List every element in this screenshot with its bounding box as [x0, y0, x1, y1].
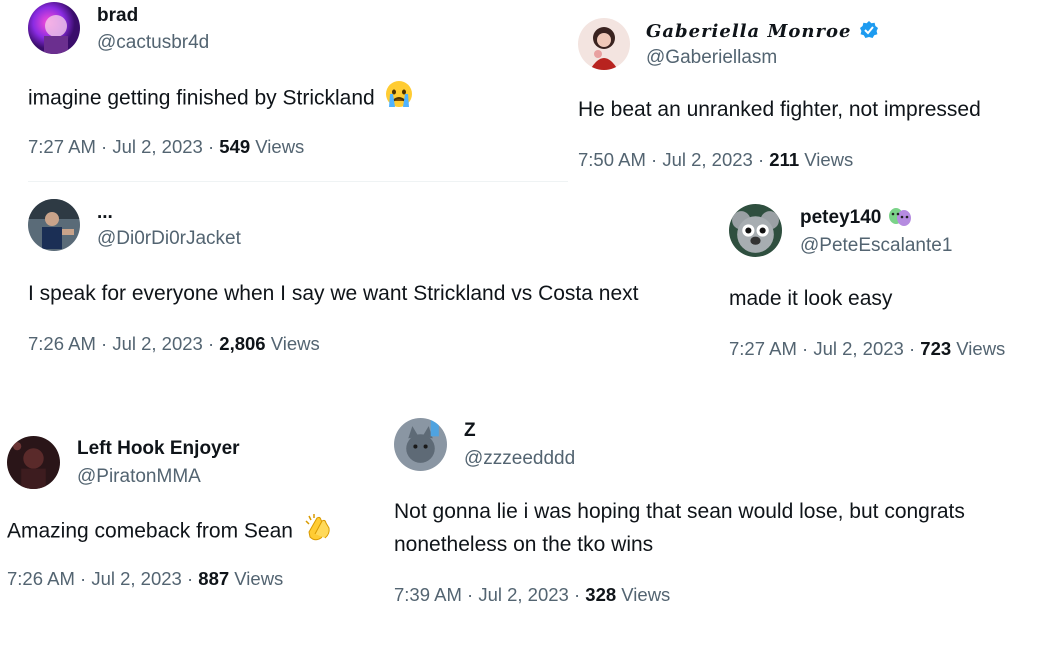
views-count: 723	[920, 338, 952, 359]
display-name-text: petey140	[800, 207, 882, 228]
avatar[interactable]	[7, 436, 60, 489]
display-name[interactable]: petey140	[800, 207, 913, 233]
views-label: Views	[265, 333, 320, 354]
views-label: Views	[616, 584, 671, 605]
tweet-text-content: Amazing comeback from Sean	[7, 519, 293, 543]
verified-badge-icon	[859, 20, 879, 46]
tweet-text: imagine getting finished by Strickland	[28, 80, 413, 118]
timestamp[interactable]: 7:26 AM · Jul 2, 2023 ·	[28, 333, 219, 354]
tweet-card[interactable]: brad @cactusbr4d imagine getting finishe…	[0, 0, 570, 182]
display-name[interactable]: Left Hook Enjoyer	[77, 438, 240, 460]
tweet-meta: 7:27 AM · Jul 2, 2023 · 549 Views	[28, 136, 304, 158]
views-label: Views	[799, 149, 854, 170]
tweet-card[interactable]: Left Hook Enjoyer @PiratonMMA Amazing co…	[0, 420, 380, 620]
tweet-text: Not gonna lie i was hoping that sean wou…	[394, 500, 965, 556]
avatar[interactable]	[578, 18, 630, 70]
clapping-hands-emoji-icon	[303, 512, 333, 552]
timestamp[interactable]: 7:26 AM · Jul 2, 2023 ·	[7, 568, 198, 589]
tweet-text: Amazing comeback from Sean	[7, 512, 333, 552]
avatar[interactable]	[394, 418, 447, 471]
display-name[interactable]: Z	[464, 420, 476, 442]
tweet-meta: 7:26 AM · Jul 2, 2023 · 887 Views	[7, 568, 283, 590]
user-handle[interactable]: @cactusbr4d	[97, 32, 209, 54]
tweet-meta: 7:26 AM · Jul 2, 2023 · 2,806 Views	[28, 333, 320, 355]
user-handle[interactable]: @PiratonMMA	[77, 466, 201, 488]
display-name-text: Gaberiella Monroe	[646, 21, 852, 42]
tweet-card[interactable]: ... @Di0rDi0rJacket I speak for everyone…	[0, 182, 710, 377]
timestamp[interactable]: 7:39 AM · Jul 2, 2023 ·	[394, 584, 585, 605]
display-name[interactable]: ...	[97, 202, 113, 224]
views-count: 328	[585, 584, 617, 605]
views-count: 211	[769, 149, 800, 170]
tweet-text: I speak for everyone when I say we want …	[28, 282, 639, 305]
tweet-card[interactable]: petey140 @PeteEscalante1 made it look ea…	[712, 182, 1045, 377]
user-handle[interactable]: @Gaberiellasm	[646, 47, 777, 69]
timestamp[interactable]: 7:27 AM · Jul 2, 2023 ·	[729, 338, 920, 359]
timestamp[interactable]: 7:27 AM · Jul 2, 2023 ·	[28, 136, 219, 157]
views-label: Views	[229, 568, 284, 589]
user-handle[interactable]: @Di0rDi0rJacket	[97, 228, 241, 250]
display-name[interactable]: Gaberiella Monroe	[646, 20, 879, 46]
views-count: 2,806	[219, 333, 266, 354]
user-handle[interactable]: @PeteEscalante1	[800, 235, 952, 257]
views-label: Views	[951, 338, 1006, 359]
views-label: Views	[250, 136, 305, 157]
timestamp[interactable]: 7:50 AM · Jul 2, 2023 ·	[578, 149, 769, 170]
views-count: 549	[219, 136, 251, 157]
tweet-text-content: imagine getting finished by Strickland	[28, 86, 375, 110]
tweet-card[interactable]: Gaberiella Monroe @Gaberiellasm He beat …	[570, 0, 1045, 180]
crying-face-emoji-icon	[385, 80, 413, 118]
avatar[interactable]	[729, 204, 782, 257]
tweet-card[interactable]: Z @zzzeedddd Not gonna lie i was hoping …	[380, 400, 1045, 630]
tweet-meta: 7:27 AM · Jul 2, 2023 · 723 Views	[729, 338, 1005, 360]
tweet-text: He beat an unranked fighter, not impress…	[578, 98, 981, 121]
avatar[interactable]	[28, 2, 80, 54]
display-name[interactable]: brad	[97, 5, 138, 27]
avatar[interactable]	[28, 199, 80, 251]
tweet-meta: 7:50 AM · Jul 2, 2023 · 211 Views	[578, 149, 853, 171]
tweet-meta: 7:39 AM · Jul 2, 2023 · 328 Views	[394, 584, 670, 606]
user-handle[interactable]: @zzzeedddd	[464, 448, 575, 470]
tweet-text: made it look easy	[729, 287, 893, 310]
performing-arts-emoji-icon	[887, 207, 913, 233]
views-count: 887	[198, 568, 230, 589]
